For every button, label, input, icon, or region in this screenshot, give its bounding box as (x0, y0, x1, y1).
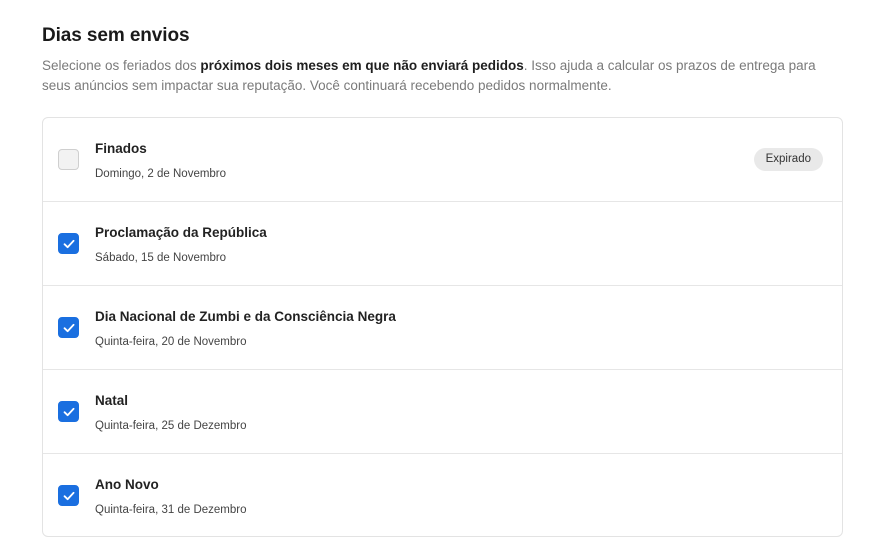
description-text-start: Selecione os feriados dos (42, 58, 201, 73)
holiday-checkbox-proclamacao[interactable] (58, 233, 79, 254)
holiday-row-natal[interactable]: Natal Quinta-feira, 25 de Dezembro (43, 370, 842, 454)
checkmark-icon (63, 239, 74, 248)
checkmark-icon (63, 491, 74, 500)
holiday-date: Quinta-feira, 25 de Dezembro (95, 420, 247, 432)
holiday-row-ano-novo[interactable]: Ano Novo Quinta-feira, 31 de Dezembro (43, 454, 842, 536)
checkmark-icon (63, 323, 74, 332)
holiday-row-zumbi[interactable]: Dia Nacional de Zumbi e da Consciência N… (43, 286, 842, 370)
holiday-checkbox-finados[interactable] (58, 149, 79, 170)
holiday-list: Finados Domingo, 2 de Novembro Expirado … (42, 117, 843, 537)
holiday-date: Quinta-feira, 31 de Dezembro (95, 504, 247, 516)
description-highlight: próximos dois meses em que não enviará p… (200, 58, 524, 73)
section-description: Selecione os feriados dos próximos dois … (42, 56, 832, 96)
holiday-checkbox-zumbi[interactable] (58, 317, 79, 338)
holiday-name: Finados (95, 141, 147, 156)
expired-badge: Expirado (753, 148, 823, 171)
holiday-name: Natal (95, 393, 129, 408)
holiday-row-proclamacao[interactable]: Proclamação da República Sábado, 15 de N… (43, 202, 842, 286)
section-title: Dias sem envios (42, 25, 190, 46)
holiday-date: Sábado, 15 de Novembro (95, 252, 227, 264)
page: Dias sem envios Selecione os feriados do… (0, 0, 871, 556)
holiday-row-finados[interactable]: Finados Domingo, 2 de Novembro Expirado (43, 118, 842, 202)
holiday-name: Proclamação da República (95, 225, 267, 240)
holiday-checkbox-natal[interactable] (58, 401, 79, 422)
holiday-date: Quinta-feira, 20 de Novembro (95, 336, 247, 348)
holiday-name: Dia Nacional de Zumbi e da Consciência N… (95, 309, 396, 324)
holiday-date: Domingo, 2 de Novembro (95, 168, 227, 180)
holiday-checkbox-ano-novo[interactable] (58, 485, 79, 506)
checkmark-icon (63, 407, 74, 416)
holiday-name: Ano Novo (95, 477, 159, 492)
